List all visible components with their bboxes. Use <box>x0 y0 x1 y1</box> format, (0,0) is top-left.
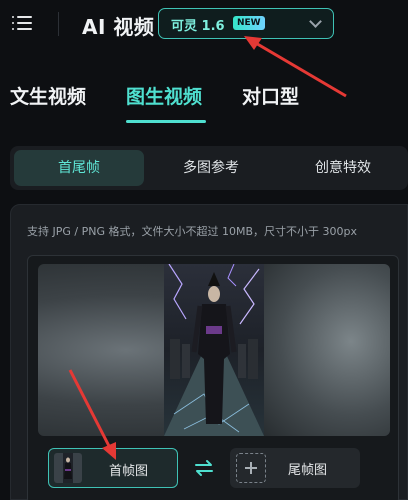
model-name: 可灵 1.6 <box>171 19 225 34</box>
main-tabs: 文生视频 图生视频 对口型 <box>0 82 408 123</box>
first-frame-button[interactable]: 首帧图 <box>48 448 178 488</box>
active-tab-underline <box>126 120 206 123</box>
first-frame-thumbnail <box>54 453 82 483</box>
subtab-creative-effects[interactable]: 创意特效 <box>278 150 408 186</box>
menu-icon[interactable] <box>12 14 32 32</box>
subtab-multi-image[interactable]: 多图参考 <box>146 150 276 186</box>
image-preview <box>38 264 390 436</box>
upload-panel: 支持 JPG / PNG 格式，文件大小不超过 10MB，尺寸不小于 300px <box>10 204 408 500</box>
divider <box>58 12 59 36</box>
sub-tabs: 首尾帧 多图参考 创意特效 <box>10 146 408 190</box>
last-frame-button[interactable]: 尾帧图 <box>230 448 360 488</box>
preview-blur <box>260 264 390 436</box>
tab-text-to-video[interactable]: 文生视频 <box>10 82 86 109</box>
upload-area[interactable]: 首帧图 尾帧图 <box>27 255 399 500</box>
tab-image-to-video[interactable]: 图生视频 <box>126 82 202 109</box>
last-frame-label: 尾帧图 <box>288 463 328 478</box>
tab-lip-sync[interactable]: 对口型 <box>242 82 299 109</box>
first-frame-label: 首帧图 <box>109 464 149 479</box>
preview-photo <box>164 264 264 436</box>
upload-hint: 支持 JPG / PNG 格式，文件大小不超过 10MB，尺寸不小于 300px <box>27 225 357 238</box>
new-badge: NEW <box>233 16 265 30</box>
swap-icon[interactable] <box>194 458 214 478</box>
subtab-first-last-frame[interactable]: 首尾帧 <box>14 150 144 186</box>
model-select[interactable]: 可灵 1.6 NEW <box>158 8 334 39</box>
plus-icon <box>236 453 266 483</box>
top-bar: AI 视频 可灵 1.6 NEW <box>0 0 408 48</box>
app-title: AI 视频 <box>82 15 155 39</box>
chevron-down-icon <box>309 15 322 28</box>
